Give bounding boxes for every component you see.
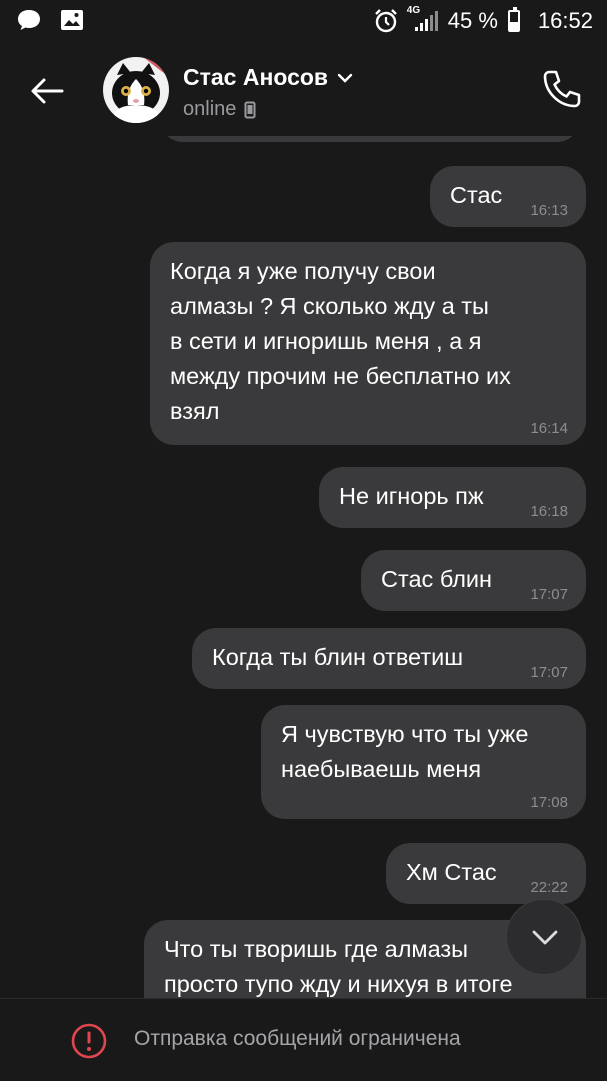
message-bubble[interactable]: Хм Стас 22:22 <box>386 843 586 904</box>
message-time: 16:18 <box>530 503 568 520</box>
message-time: 17:07 <box>530 664 568 681</box>
message-bubble[interactable]: Когда я уже получу свои алмазы ? Я сколь… <box>150 242 586 445</box>
message-text: Стас блин <box>381 566 493 592</box>
warning-icon <box>71 1023 107 1059</box>
message-bubble[interactable]: Я чувствую что ты уже наебываешь меня 17… <box>261 705 586 819</box>
chevron-down-icon <box>532 930 558 945</box>
chat-notification-icon <box>18 10 40 30</box>
message-bubble[interactable]: Стас 16:13 <box>430 166 586 227</box>
presence-status: online <box>183 98 256 121</box>
message-text: Не игнорь пж <box>339 483 484 509</box>
contact-name[interactable]: Стас Аносов <box>183 64 328 91</box>
message-time: 22:22 <box>530 879 568 896</box>
chevron-down-icon[interactable] <box>336 72 354 84</box>
back-arrow-icon[interactable] <box>22 66 72 116</box>
message-bubble[interactable]: Не игнорь пж 16:18 <box>319 467 586 528</box>
status-bar: 4G 45 % 16:52 <box>0 0 607 44</box>
scroll-down-button[interactable] <box>506 899 582 975</box>
message-text: Я чувствую что ты уже наебываешь меня <box>281 721 529 782</box>
gallery-notification-icon <box>61 10 83 30</box>
message-text: Когда ты блин ответиш <box>212 644 464 670</box>
chat-header: Стас Аносов online <box>0 44 607 136</box>
message-time: 16:13 <box>530 202 568 219</box>
message-list[interactable]: Стас 16:13 Когда я уже получу свои алмаз… <box>0 136 607 998</box>
phone-call-icon[interactable] <box>539 66 585 112</box>
battery-icon <box>507 7 520 32</box>
alarm-icon <box>374 9 397 33</box>
contact-title[interactable]: Стас Аносов <box>183 64 354 91</box>
message-bubble[interactable]: Стас блин 17:07 <box>361 550 586 611</box>
message-restriction-bar: Отправка сообщений ограничена <box>0 998 607 1081</box>
mobile-device-icon <box>244 101 256 118</box>
battery-percent: 45 % <box>447 8 498 33</box>
message-time: 17:07 <box>530 586 568 603</box>
message-bubble[interactable]: Когда ты блин ответиш 17:07 <box>192 628 586 689</box>
message-time: 16:14 <box>530 420 568 437</box>
message-text: Когда я уже получу свои алмазы ? Я сколь… <box>170 258 511 424</box>
network-type-label: 4G <box>406 5 421 16</box>
message-time: 17:08 <box>530 794 568 811</box>
message-bubble-partial <box>160 136 580 142</box>
signal-icon: 4G <box>407 5 438 31</box>
message-text: Что ты творишь где алмазы просто тупо жд… <box>164 936 513 997</box>
clock: 16:52 <box>537 8 593 33</box>
online-status: online <box>183 98 237 120</box>
avatar[interactable] <box>103 57 169 123</box>
restriction-text: Отправка сообщений ограничена <box>134 1027 461 1050</box>
